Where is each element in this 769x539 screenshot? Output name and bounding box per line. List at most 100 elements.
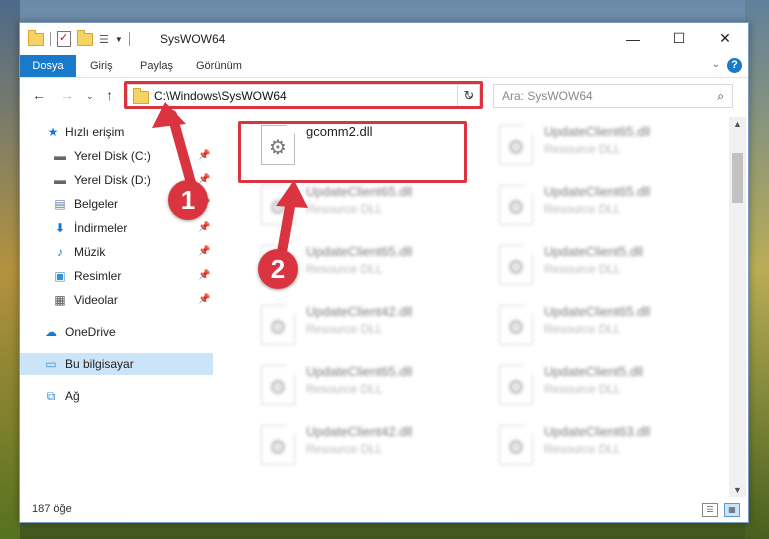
drive-icon: ▬ bbox=[54, 149, 66, 163]
sidebar-item-music[interactable]: ♪ Müzik 📌 bbox=[20, 241, 213, 263]
sidebar-item-label: Belgeler bbox=[74, 197, 119, 211]
file-type: Resource DLL bbox=[544, 382, 621, 396]
gear-icon: ⚙ bbox=[269, 437, 287, 459]
search-icon[interactable]: ⌕ bbox=[717, 89, 724, 104]
file-name: UpdateClient42.dll bbox=[306, 304, 413, 319]
file-item[interactable]: ⚙ UpdateClient63.dll Resource DLL bbox=[491, 417, 711, 473]
details-view-icon[interactable]: ☰ bbox=[702, 503, 718, 517]
navigation-bar: ← → ⌄ ↑ C:\Windows\SysWOW64 ⌄ ↻ Ara: Sys… bbox=[20, 79, 748, 113]
toolbar-separator bbox=[128, 32, 130, 46]
gear-icon: ⚙ bbox=[507, 257, 525, 279]
gear-icon: ⚙ bbox=[507, 437, 525, 459]
file-name: UpdateClient5.dll bbox=[544, 244, 644, 259]
gear-icon: ⚙ bbox=[269, 317, 287, 339]
customize-icon[interactable]: ☰ bbox=[99, 33, 109, 46]
file-item[interactable]: ⚙ UpdateClient65.dll Resource DLL bbox=[253, 357, 473, 413]
file-name: UpdateClient65.dll bbox=[544, 124, 651, 139]
search-box[interactable]: Ara: SysWOW64 ⌕ bbox=[493, 84, 733, 108]
star-icon: ★ bbox=[47, 125, 59, 139]
window-title: SysWOW64 bbox=[160, 32, 226, 46]
sidebar-item-pictures[interactable]: ▣ Resimler 📌 bbox=[20, 265, 213, 287]
gear-icon: ⚙ bbox=[507, 377, 525, 399]
up-button[interactable]: ↑ bbox=[106, 87, 113, 103]
gear-icon: ⚙ bbox=[269, 197, 287, 219]
file-item[interactable]: ⚙ UpdateClient42.dll Resource DLL bbox=[253, 417, 473, 473]
expand-ribbon-icon[interactable]: ⌄ bbox=[712, 59, 720, 70]
file-highlight bbox=[238, 121, 467, 183]
sidebar-item-label: OneDrive bbox=[65, 325, 116, 339]
gear-icon: ⚙ bbox=[269, 377, 287, 399]
qat-dropdown-icon[interactable]: ▼ bbox=[115, 35, 123, 44]
sidebar-item-label: Resimler bbox=[74, 269, 122, 283]
dll-file-icon: ⚙ bbox=[499, 125, 533, 165]
scroll-up-icon[interactable]: ▲ bbox=[733, 119, 742, 129]
pin-icon[interactable]: 📌 bbox=[198, 265, 210, 287]
sidebar-item-label: Müzik bbox=[74, 245, 106, 259]
tab-file[interactable]: Dosya bbox=[20, 55, 76, 77]
pin-icon[interactable]: 📌 bbox=[198, 289, 210, 311]
pin-icon[interactable]: 📌 bbox=[198, 217, 210, 239]
quick-access-toolbar: ☰ ▼ bbox=[28, 29, 130, 47]
close-button[interactable]: ✕ bbox=[702, 23, 748, 54]
sidebar-item-quick-access[interactable]: ★ Hızlı erişim bbox=[20, 121, 213, 143]
vertical-scrollbar[interactable]: ▲ ▼ bbox=[729, 117, 746, 497]
file-item[interactable]: ⚙ UpdateClient5.dll Resource DLL bbox=[491, 237, 711, 293]
sidebar-item-label: Bu bilgisayar bbox=[65, 357, 134, 371]
sidebar-item-network[interactable]: ⧉ Ağ bbox=[20, 385, 213, 407]
gear-icon: ⚙ bbox=[507, 197, 525, 219]
sidebar-item-this-pc[interactable]: ▭ Bu bilgisayar bbox=[20, 353, 213, 375]
file-name: UpdateClient63.dll bbox=[544, 424, 651, 439]
file-type: Resource DLL bbox=[544, 202, 621, 216]
sidebar-item-onedrive[interactable]: ☁ OneDrive bbox=[20, 321, 213, 343]
file-name: UpdateClient65.dll bbox=[306, 244, 413, 259]
drive-icon: ▬ bbox=[54, 173, 66, 187]
dll-file-icon: ⚙ bbox=[261, 365, 295, 405]
dll-file-icon: ⚙ bbox=[261, 305, 295, 345]
file-item[interactable]: ⚙ UpdateClient65.dll Resource DLL bbox=[491, 117, 711, 173]
file-item[interactable]: ⚙ UpdateClient42.dll Resource DLL bbox=[253, 297, 473, 353]
file-name: UpdateClient65.dll bbox=[306, 184, 413, 199]
file-item[interactable]: ⚙ UpdateClient65.dll Resource DLL bbox=[491, 297, 711, 353]
sidebar-item-label: Videolar bbox=[74, 293, 118, 307]
tab-home[interactable]: Giriş bbox=[90, 55, 113, 77]
status-bar: 187 öğe ☰ ▦ bbox=[20, 497, 748, 521]
file-item[interactable]: ⚙ UpdateClient65.dll Resource DLL bbox=[253, 177, 473, 233]
scrollbar-thumb[interactable] bbox=[732, 153, 743, 203]
new-folder-icon[interactable] bbox=[77, 29, 93, 46]
sidebar-item-local-disk-c[interactable]: ▬ Yerel Disk (C:) 📌 bbox=[20, 145, 213, 167]
file-type: Resource DLL bbox=[306, 202, 383, 216]
sidebar-item-label: Hızlı erişim bbox=[65, 125, 125, 139]
file-item[interactable]: ⚙ UpdateClient65.dll Resource DLL bbox=[491, 177, 711, 233]
dll-file-icon: ⚙ bbox=[499, 365, 533, 405]
file-type: Resource DLL bbox=[306, 442, 383, 456]
step-marker-2: 2 bbox=[258, 249, 298, 289]
recent-locations-icon[interactable]: ⌄ bbox=[86, 91, 94, 102]
sidebar-item-downloads[interactable]: ⬇ İndirmeler 📌 bbox=[20, 217, 213, 239]
minimize-button[interactable]: — bbox=[610, 23, 656, 54]
step-marker-1: 1 bbox=[168, 180, 208, 220]
file-type: Resource DLL bbox=[306, 322, 383, 336]
tab-view[interactable]: Görünüm bbox=[196, 55, 242, 77]
picture-icon: ▣ bbox=[54, 269, 66, 283]
pin-icon[interactable]: 📌 bbox=[198, 145, 210, 167]
file-name: UpdateClient42.dll bbox=[306, 424, 413, 439]
gear-icon: ⚙ bbox=[507, 317, 525, 339]
file-explorer-window: ☰ ▼ SysWOW64 — ☐ ✕ Dosya Giriş Paylaş Gö… bbox=[19, 22, 749, 523]
desktop-background-left bbox=[0, 0, 20, 539]
sidebar-item-label: İndirmeler bbox=[74, 221, 128, 235]
download-icon: ⬇ bbox=[54, 221, 66, 235]
sidebar-item-videos[interactable]: ▦ Videolar 📌 bbox=[20, 289, 213, 311]
help-icon[interactable]: ? bbox=[727, 58, 742, 73]
pin-icon[interactable]: 📌 bbox=[198, 241, 210, 263]
back-button[interactable]: ← bbox=[32, 87, 46, 103]
tiles-view-icon[interactable]: ▦ bbox=[724, 503, 740, 517]
file-item[interactable]: ⚙ UpdateClient5.dll Resource DLL bbox=[491, 357, 711, 413]
sidebar-item-label: Ağ bbox=[65, 389, 80, 403]
properties-icon[interactable] bbox=[57, 31, 71, 47]
forward-button[interactable]: → bbox=[60, 87, 74, 103]
maximize-button[interactable]: ☐ bbox=[656, 23, 702, 54]
dll-file-icon: ⚙ bbox=[261, 185, 295, 225]
tab-share[interactable]: Paylaş bbox=[140, 55, 173, 77]
scroll-down-icon[interactable]: ▼ bbox=[733, 485, 742, 495]
search-placeholder[interactable]: Ara: SysWOW64 bbox=[502, 89, 593, 103]
